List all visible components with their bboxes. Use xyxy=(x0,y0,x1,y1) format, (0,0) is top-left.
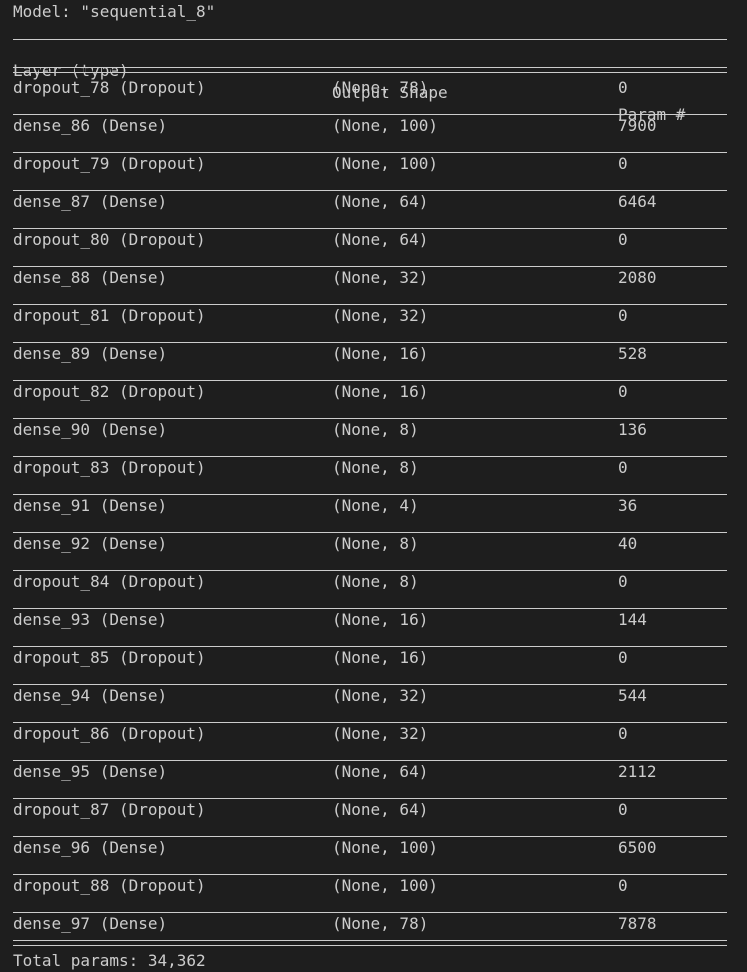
layer-name: dense_92 (Dense) xyxy=(13,534,168,553)
layer-row: dense_89 (Dense) (None, 16) 528 xyxy=(0,343,747,365)
layer-output-shape: (None, 4) xyxy=(332,496,419,515)
layer-output-shape: (None, 78) xyxy=(332,914,429,933)
layer-name: dropout_86 (Dropout) xyxy=(13,724,206,743)
layer-row: dense_95 (Dense) (None, 64) 2112 xyxy=(0,761,747,783)
layer-row: dense_86 (Dense) (None, 100) 7900 xyxy=(0,115,747,137)
layer-param-count: 0 xyxy=(618,800,628,819)
layer-param-count: 0 xyxy=(618,306,628,325)
layer-output-shape: (None, 8) xyxy=(332,420,419,439)
layer-output-shape: (None, 32) xyxy=(332,306,429,325)
layer-param-count: 7878 xyxy=(618,914,657,933)
layer-output-shape: (None, 32) xyxy=(332,686,429,705)
layer-output-shape: (None, 100) xyxy=(332,116,438,135)
layer-param-count: 0 xyxy=(618,876,628,895)
layer-output-shape: (None, 64) xyxy=(332,762,429,781)
layer-output-shape: (None, 32) xyxy=(332,268,429,287)
layer-name: dropout_82 (Dropout) xyxy=(13,382,206,401)
layer-row: dropout_78 (Dropout) (None, 78) 0 xyxy=(0,77,747,99)
layer-row: dropout_87 (Dropout) (None, 64) 0 xyxy=(0,799,747,821)
layer-param-count: 528 xyxy=(618,344,647,363)
layer-param-count: 0 xyxy=(618,648,628,667)
layer-output-shape: (None, 8) xyxy=(332,458,419,477)
layer-name: dropout_80 (Dropout) xyxy=(13,230,206,249)
layer-row: dropout_84 (Dropout) (None, 8) 0 xyxy=(0,571,747,593)
layer-row: dropout_82 (Dropout) (None, 16) 0 xyxy=(0,381,747,403)
total-params: Total params: 34,362 xyxy=(13,951,206,970)
layer-row: dense_88 (Dense) (None, 32) 2080 xyxy=(0,267,747,289)
layer-output-shape: (None, 8) xyxy=(332,572,419,591)
layer-row: dense_91 (Dense) (None, 4) 36 xyxy=(0,495,747,517)
layer-param-count: 7900 xyxy=(618,116,657,135)
layer-param-count: 0 xyxy=(618,230,628,249)
layer-output-shape: (None, 16) xyxy=(332,648,429,667)
layer-name: dropout_84 (Dropout) xyxy=(13,572,206,591)
layer-param-count: 6464 xyxy=(618,192,657,211)
layer-param-count: 40 xyxy=(618,534,638,553)
header-double-rule xyxy=(13,67,727,73)
layer-output-shape: (None, 16) xyxy=(332,382,429,401)
layer-param-count: 2080 xyxy=(618,268,657,287)
layer-row: dropout_83 (Dropout) (None, 8) 0 xyxy=(0,457,747,479)
layer-name: dense_94 (Dense) xyxy=(13,686,168,705)
layer-row: dropout_79 (Dropout) (None, 100) 0 xyxy=(0,153,747,175)
layer-name: dropout_83 (Dropout) xyxy=(13,458,206,477)
layer-param-count: 6500 xyxy=(618,838,657,857)
layer-param-count: 0 xyxy=(618,382,628,401)
layer-row: dense_90 (Dense) (None, 8) 136 xyxy=(0,419,747,441)
layer-output-shape: (None, 100) xyxy=(332,876,438,895)
layer-param-count: 0 xyxy=(618,572,628,591)
layer-output-shape: (None, 16) xyxy=(332,344,429,363)
layer-output-shape: (None, 16) xyxy=(332,610,429,629)
layer-output-shape: (None, 100) xyxy=(332,838,438,857)
layer-name: dropout_79 (Dropout) xyxy=(13,154,206,173)
layer-name: dense_86 (Dense) xyxy=(13,116,168,135)
layer-name: dropout_78 (Dropout) xyxy=(13,78,206,97)
layer-param-count: 0 xyxy=(618,724,628,743)
layer-row: dropout_88 (Dropout) (None, 100) 0 xyxy=(0,875,747,897)
layer-name: dense_87 (Dense) xyxy=(13,192,168,211)
layer-output-shape: (None, 64) xyxy=(332,192,429,211)
layer-row: dense_92 (Dense) (None, 8) 40 xyxy=(0,533,747,555)
layer-row: dense_93 (Dense) (None, 16) 144 xyxy=(0,609,747,631)
layer-name: dense_95 (Dense) xyxy=(13,762,168,781)
layer-name: dense_88 (Dense) xyxy=(13,268,168,287)
layer-param-count: 0 xyxy=(618,78,628,97)
layer-name: dense_96 (Dense) xyxy=(13,838,168,857)
layer-row: dense_97 (Dense) (None, 78) 7878 xyxy=(0,913,747,935)
layer-output-shape: (None, 64) xyxy=(332,230,429,249)
layer-output-shape: (None, 64) xyxy=(332,800,429,819)
layer-name: dense_93 (Dense) xyxy=(13,610,168,629)
layer-name: dense_97 (Dense) xyxy=(13,914,168,933)
layer-name: dense_89 (Dense) xyxy=(13,344,168,363)
layer-output-shape: (None, 78) xyxy=(332,78,429,97)
model-summary-output: Model: "sequential_8" Layer (type) Outpu… xyxy=(0,0,747,970)
layer-name: dropout_81 (Dropout) xyxy=(13,306,206,325)
layer-output-shape: (None, 32) xyxy=(332,724,429,743)
layer-param-count: 136 xyxy=(618,420,647,439)
layer-param-count: 544 xyxy=(618,686,647,705)
layer-name: dropout_88 (Dropout) xyxy=(13,876,206,895)
layer-name: dense_90 (Dense) xyxy=(13,420,168,439)
layer-name: dense_91 (Dense) xyxy=(13,496,168,515)
layer-row: dense_87 (Dense) (None, 64) 6464 xyxy=(0,191,747,213)
layer-row: dropout_86 (Dropout) (None, 32) 0 xyxy=(0,723,747,745)
layer-output-shape: (None, 8) xyxy=(332,534,419,553)
layer-name: dropout_87 (Dropout) xyxy=(13,800,206,819)
layer-row: dropout_85 (Dropout) (None, 16) 0 xyxy=(0,647,747,669)
layer-row: dense_96 (Dense) (None, 100) 6500 xyxy=(0,837,747,859)
footer-double-rule xyxy=(13,940,727,946)
layer-row: dense_94 (Dense) (None, 32) 544 xyxy=(0,685,747,707)
layer-output-shape: (None, 100) xyxy=(332,154,438,173)
layer-param-count: 0 xyxy=(618,154,628,173)
layer-row: dropout_80 (Dropout) (None, 64) 0 xyxy=(0,229,747,251)
header-row: Layer (type) Output Shape Param # xyxy=(0,38,747,124)
layer-param-count: 144 xyxy=(618,610,647,629)
layer-row: dropout_81 (Dropout) (None, 32) 0 xyxy=(0,305,747,327)
layer-param-count: 36 xyxy=(618,496,638,515)
model-title: Model: "sequential_8" xyxy=(13,2,216,21)
layer-param-count: 0 xyxy=(618,458,628,477)
layer-param-count: 2112 xyxy=(618,762,657,781)
layer-name: dropout_85 (Dropout) xyxy=(13,648,206,667)
